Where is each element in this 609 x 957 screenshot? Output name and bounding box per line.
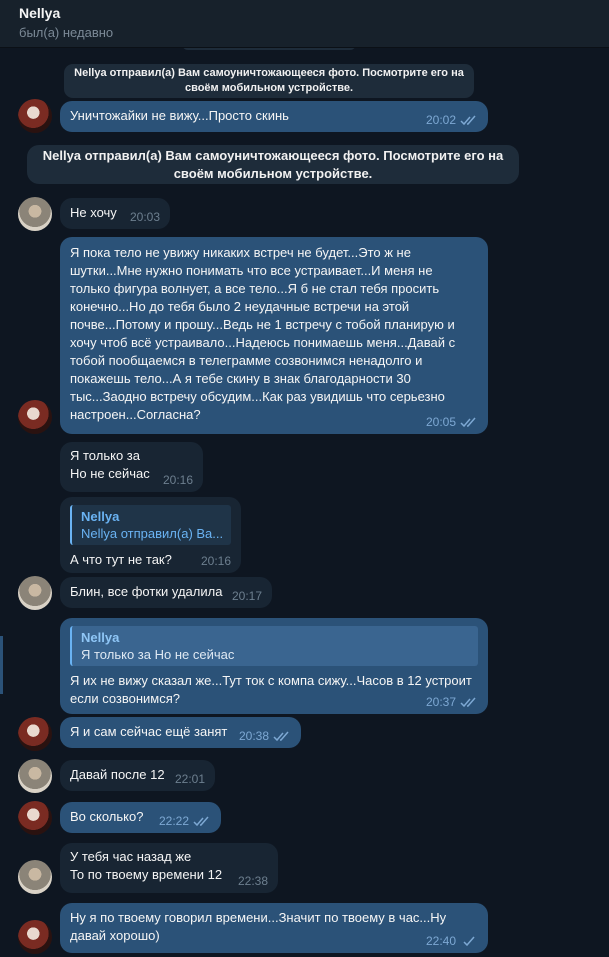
message-meta: 20:16 [201, 554, 231, 568]
message-time: 20:37 [425, 695, 456, 709]
message-text: Я пока тело не увижу никаких встреч не б… [70, 245, 456, 422]
double-check-icon [193, 816, 209, 826]
scroll-indicator [0, 636, 3, 694]
double-check-icon [460, 697, 476, 707]
message-incoming[interactable]: Не хочу 20:03 [60, 198, 170, 229]
message-outgoing-reply[interactable]: Nellya Я только за Но не сейчас Я их не … [60, 618, 488, 714]
service-message: Nellya отправил(а) Вам самоуничтожающеес… [27, 145, 519, 184]
message-time: 22:40 [425, 934, 456, 948]
message-incoming[interactable]: Блин, все фотки удалила 20:17 [60, 577, 272, 608]
message-meta: 20:16 [163, 473, 193, 487]
message-time: 20:38 [238, 729, 269, 743]
my-avatar[interactable] [18, 400, 52, 434]
message-time: 20:05 [425, 415, 456, 429]
message-outgoing[interactable]: Ну я по твоему говорил времени...Значит … [60, 903, 488, 953]
message-time: 20:17 [231, 589, 262, 603]
message-time: 22:01 [174, 772, 205, 786]
contact-avatar[interactable] [18, 576, 52, 610]
message-incoming[interactable]: Давай после 12 22:01 [60, 760, 215, 791]
reply-quote[interactable]: Nellya Я только за Но не сейчас [70, 626, 478, 666]
message-meta: 20:03 [130, 210, 160, 224]
message-text: Я их не вижу сказал же...Тут ток с компа… [70, 673, 472, 706]
message-meta: 20:02 [426, 113, 478, 127]
message-incoming[interactable]: У тебя час назад же То по твоему времени… [60, 843, 278, 893]
reply-text: Nellya отправил(а) Ва... [81, 526, 224, 541]
reply-quote[interactable]: Nellya Nellya отправил(а) Ва... [70, 505, 231, 545]
reply-author: Nellya [81, 509, 120, 524]
service-message-hidden [182, 48, 356, 50]
contact-status: был(а) недавно [19, 25, 114, 40]
contact-name[interactable]: Nellya [19, 4, 609, 22]
message-time: 22:38 [237, 874, 268, 888]
double-check-icon [273, 731, 289, 741]
reply-author: Nellya [81, 630, 120, 645]
message-time: 20:03 [129, 210, 160, 224]
message-time: 20:16 [200, 554, 231, 568]
reply-text: Я только за Но не сейчас [81, 647, 235, 662]
message-outgoing[interactable]: Во сколько? 22:22 [60, 802, 221, 833]
double-check-icon [460, 115, 476, 125]
contact-avatar[interactable] [18, 759, 52, 793]
message-text: Ну я по твоему говорил времени...Значит … [70, 910, 447, 943]
message-meta: 20:17 [232, 589, 262, 603]
message-meta: 22:22 [159, 814, 211, 828]
message-time: 20:16 [162, 473, 193, 487]
my-avatar[interactable] [18, 920, 52, 954]
message-incoming[interactable]: Я только за Но не сейчас 20:16 [60, 442, 203, 492]
double-check-icon [460, 417, 476, 427]
message-meta: 20:05 [426, 415, 478, 429]
message-meta: 22:40 [426, 934, 478, 948]
message-list[interactable]: Nellya отправил(а) Вам самоуничтожающеес… [0, 48, 609, 957]
chat-header[interactable]: Nellya был(а) недавно [0, 0, 609, 48]
message-outgoing[interactable]: Я и сам сейчас ещё занят 20:38 [60, 717, 301, 748]
service-message: Nellya отправил(а) Вам самоуничтожающеес… [64, 64, 474, 98]
contact-avatar[interactable] [18, 197, 52, 231]
message-time: 22:22 [158, 814, 189, 828]
my-avatar[interactable] [18, 99, 52, 133]
message-incoming-reply[interactable]: Nellya Nellya отправил(а) Ва... А что ту… [60, 497, 241, 573]
single-check-icon [463, 936, 475, 946]
message-time: 20:02 [425, 113, 456, 127]
message-meta: 20:38 [239, 729, 291, 743]
message-outgoing[interactable]: Я пока тело не увижу никаких встреч не б… [60, 237, 488, 434]
message-outgoing[interactable]: Уничтожайки не вижу...Просто скинь 20:02 [60, 101, 488, 132]
message-meta: 22:01 [175, 772, 205, 786]
message-meta: 22:38 [238, 874, 268, 888]
message-text: Уничтожайки не вижу...Просто скинь [70, 108, 289, 123]
message-meta: 20:37 [426, 695, 478, 709]
my-avatar[interactable] [18, 717, 52, 751]
my-avatar[interactable] [18, 801, 52, 835]
contact-avatar[interactable] [18, 860, 52, 894]
